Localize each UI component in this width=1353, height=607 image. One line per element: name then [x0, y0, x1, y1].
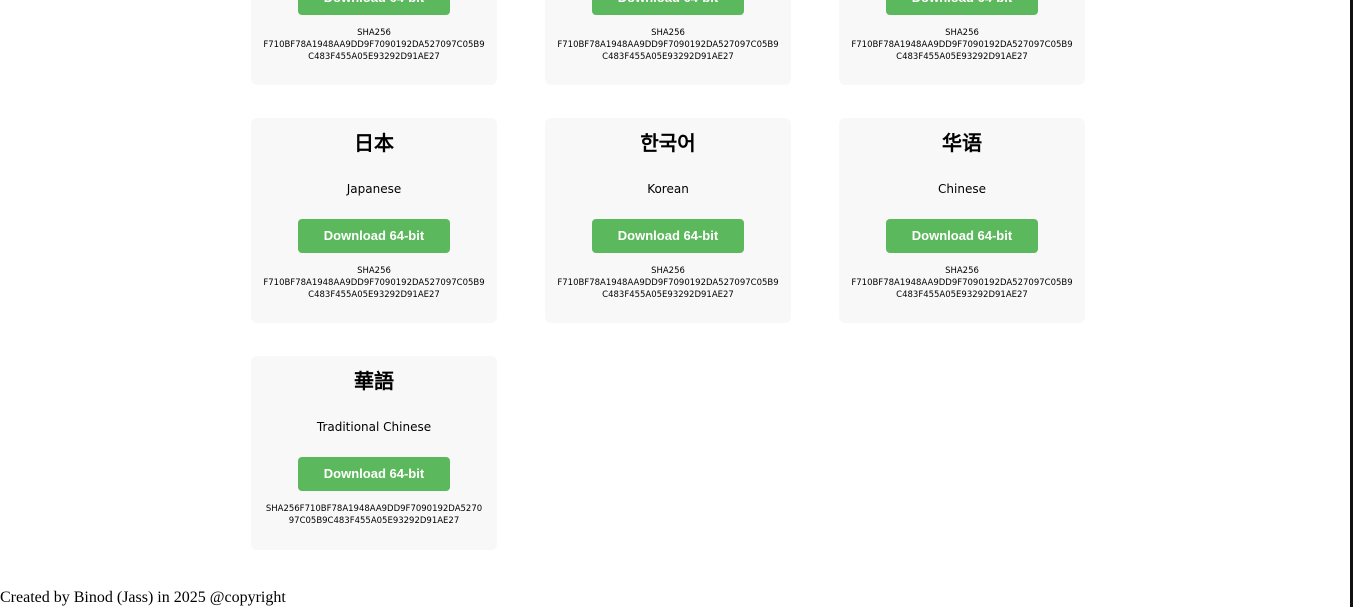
sha-line: C483F455A05E93292D91AE27: [308, 290, 440, 300]
sha-line: SHA256: [357, 28, 391, 38]
card-subtitle: Chinese: [938, 182, 986, 196]
sha-line: C483F455A05E93292D91AE27: [308, 52, 440, 62]
download-card-traditional-chinese: 華語 Traditional Chinese Download 64-bit S…: [251, 356, 497, 550]
download-64bit-button[interactable]: Download 64-bit: [592, 0, 744, 15]
sha-line: SHA256: [651, 266, 685, 276]
card-subtitle: Korean: [647, 182, 689, 196]
download-grid: Download 64-bit SHA256 F710BF78A1948AA9D…: [251, 0, 1085, 550]
sha256-hash: SHA256 F710BF78A1948AA9DD9F7090192DA5270…: [557, 27, 779, 63]
download-64bit-button[interactable]: Download 64-bit: [886, 0, 1038, 15]
download-card: Download 64-bit SHA256 F710BF78A1948AA9D…: [839, 0, 1085, 85]
download-card: Download 64-bit SHA256 F710BF78A1948AA9D…: [251, 0, 497, 85]
card-subtitle: Traditional Chinese: [316, 420, 432, 434]
card-title: 한국어: [640, 131, 696, 155]
card-subtitle: Japanese: [346, 182, 402, 196]
sha-line: C483F455A05E93292D91AE27: [896, 52, 1028, 62]
sha-line: SHA256: [357, 266, 391, 276]
sha-line: SHA256: [945, 28, 979, 38]
download-64bit-button[interactable]: Download 64-bit: [298, 219, 450, 253]
sha-line: SHA256F710BF78A1948AA9DD9F7090192DA5270: [265, 504, 483, 514]
sha-line: C483F455A05E93292D91AE27: [896, 290, 1028, 300]
sha256-hash: SHA256 F710BF78A1948AA9DD9F7090192DA5270…: [263, 27, 485, 63]
download-64bit-button[interactable]: Download 64-bit: [592, 219, 744, 253]
download-card-chinese: 华语 Chinese Download 64-bit SHA256 F710BF…: [839, 118, 1085, 323]
card-title: 华语: [942, 131, 982, 155]
sha-line: F710BF78A1948AA9DD9F7090192DA527097C05B9: [263, 40, 485, 50]
download-64bit-button[interactable]: Download 64-bit: [298, 457, 450, 491]
download-card-korean: 한국어 Korean Download 64-bit SHA256 F710BF…: [545, 118, 791, 323]
sha-line: F710BF78A1948AA9DD9F7090192DA527097C05B9: [263, 278, 485, 288]
sha256-hash: SHA256 F710BF78A1948AA9DD9F7090192DA5270…: [263, 265, 485, 301]
sha-line: F710BF78A1948AA9DD9F7090192DA527097C05B9: [851, 40, 1073, 50]
sha-line: F710BF78A1948AA9DD9F7090192DA527097C05B9: [557, 278, 779, 288]
sha-line: F710BF78A1948AA9DD9F7090192DA527097C05B9: [851, 278, 1073, 288]
sha-line: C483F455A05E93292D91AE27: [602, 290, 734, 300]
footer-copyright: Created by Binod (Jass) in 2025 @copyrig…: [0, 589, 286, 606]
sha-line: 97C05B9C483F455A05E93292D91AE27: [288, 516, 460, 526]
sha256-hash: SHA256 F710BF78A1948AA9DD9F7090192DA5270…: [851, 27, 1073, 63]
download-64bit-button[interactable]: Download 64-bit: [298, 0, 450, 15]
sha-line: SHA256: [651, 28, 685, 38]
sha256-hash: SHA256F710BF78A1948AA9DD9F7090192DA5270 …: [263, 503, 485, 527]
card-title: 日本: [354, 131, 394, 155]
card-title: 華語: [354, 369, 394, 393]
download-card-japanese: 日本 Japanese Download 64-bit SHA256 F710B…: [251, 118, 497, 323]
sha256-hash: SHA256 F710BF78A1948AA9DD9F7090192DA5270…: [851, 265, 1073, 301]
sha256-hash: SHA256 F710BF78A1948AA9DD9F7090192DA5270…: [557, 265, 779, 301]
download-card: Download 64-bit SHA256 F710BF78A1948AA9D…: [545, 0, 791, 85]
sha-line: SHA256: [945, 266, 979, 276]
sha-line: C483F455A05E93292D91AE27: [602, 52, 734, 62]
download-64bit-button[interactable]: Download 64-bit: [886, 219, 1038, 253]
sha-line: F710BF78A1948AA9DD9F7090192DA527097C05B9: [557, 40, 779, 50]
